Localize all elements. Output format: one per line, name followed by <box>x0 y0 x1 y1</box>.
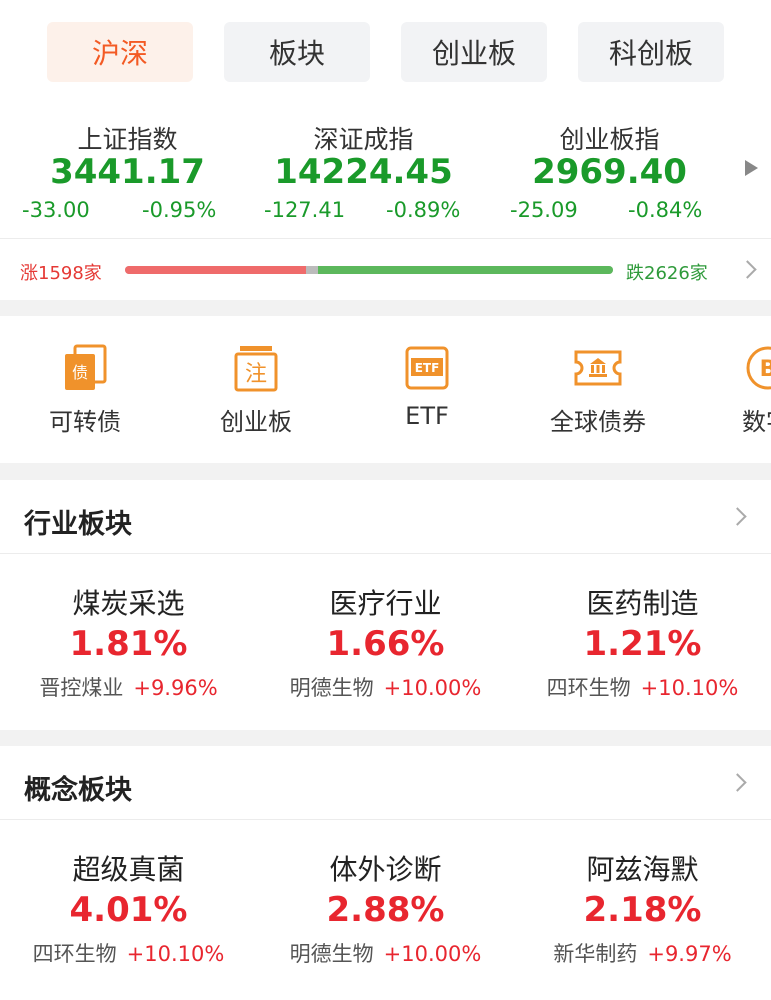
index-name: 深证成指 <box>313 125 414 154</box>
sector-leader: 四环生物 +10.10% <box>514 672 771 702</box>
shortcut-label: 创业板 <box>220 408 292 436</box>
index-name: 创业板指 <box>559 125 660 154</box>
more-indices-arrow-icon[interactable] <box>745 160 758 176</box>
note-icon: 注 <box>234 346 278 392</box>
index-change-pct: -0.89% <box>386 198 461 222</box>
market-page: 沪深 板块 创业板 科创板 上证指数 3441.17 -33.00 -0.95%… <box>0 0 771 1000</box>
svg-text:B: B <box>760 357 771 382</box>
index-change: -25.09 <box>510 198 578 222</box>
sector-name: 医疗行业 <box>329 587 442 620</box>
index-card-chinext[interactable]: 创业板指 2969.40 -25.09 -0.84% <box>482 110 737 238</box>
sector-name: 超级真菌 <box>72 853 185 886</box>
sector-item[interactable]: 煤炭采选 1.81% 晋控煤业 +9.96% <box>0 554 257 729</box>
index-card-shanghai[interactable]: 上证指数 3441.17 -33.00 -0.95% <box>0 110 255 238</box>
breadth-bar <box>125 266 613 274</box>
svg-text:债: 债 <box>72 363 88 382</box>
sector-item[interactable]: 阿兹海默 2.18% 新华制药 +9.97% <box>514 820 771 995</box>
leader-name: 明德生物 <box>289 942 374 966</box>
sector-name: 体外诊断 <box>329 853 442 886</box>
shortcut-convertible-bond[interactable]: 债 可转债 <box>20 316 150 463</box>
section-title: 行业板块 <box>24 509 132 540</box>
shortcut-global-bonds[interactable]: 全球债券 <box>533 316 663 463</box>
svg-text:注: 注 <box>245 362 267 387</box>
sector-name: 阿兹海默 <box>586 853 699 886</box>
etf-icon: ETF <box>405 346 449 390</box>
section-title: 概念板块 <box>24 775 132 806</box>
index-summary: 上证指数 3441.17 -33.00 -0.95% 深证成指 14224.45… <box>0 110 771 238</box>
sector-leader: 晋控煤业 +9.96% <box>0 672 257 702</box>
leader-name: 新华制药 <box>553 942 638 966</box>
chevron-right-icon[interactable] <box>728 773 747 792</box>
tab-sectors[interactable]: 板块 <box>224 22 370 82</box>
shortcut-label: 全球债券 <box>550 408 646 436</box>
leader-name: 四环生物 <box>32 942 117 966</box>
bank-ticket-icon <box>574 350 622 386</box>
index-value: 3441.17 <box>50 152 205 192</box>
sector-item[interactable]: 超级真菌 4.01% 四环生物 +10.10% <box>0 820 257 995</box>
sector-name: 医药制造 <box>586 587 699 620</box>
concept-sector-card: 概念板块 超级真菌 4.01% 四环生物 +10.10% 体外诊断 2.88% 明… <box>0 746 771 1000</box>
tab-hushen[interactable]: 沪深 <box>47 22 193 82</box>
index-value: 2969.40 <box>532 152 687 192</box>
leader-pct: +10.10% <box>640 676 739 700</box>
shortcut-label: 可转债 <box>49 408 121 436</box>
leader-name: 晋控煤业 <box>39 676 124 700</box>
index-change-pct: -0.95% <box>142 198 217 222</box>
fall-count: 跌2626家 <box>626 263 708 284</box>
breadth-fall-fill <box>317 266 613 274</box>
sector-item[interactable]: 医疗行业 1.66% 明德生物 +10.00% <box>257 554 514 729</box>
digital-coin-icon: B <box>746 346 771 390</box>
index-change-pct: -0.84% <box>628 198 703 222</box>
bond-icon: 债 <box>65 344 107 390</box>
shortcut-row: 债 可转债 注 创业板 ETF ETF 全球债券 B 数 <box>0 316 771 463</box>
index-change: -33.00 <box>22 198 90 222</box>
index-card-shenzhen[interactable]: 深证成指 14224.45 -127.41 -0.89% <box>236 110 491 238</box>
sector-leader: 四环生物 +10.10% <box>0 938 257 968</box>
market-tabs: 沪深 板块 创业板 科创板 <box>0 0 771 110</box>
shortcut-etf[interactable]: ETF ETF <box>362 316 492 463</box>
svg-text:ETF: ETF <box>415 361 440 375</box>
leader-pct: +9.97% <box>647 942 732 966</box>
index-name: 上证指数 <box>77 125 178 154</box>
sector-change-pct: 1.81% <box>69 624 188 664</box>
sector-item[interactable]: 体外诊断 2.88% 明德生物 +10.00% <box>257 820 514 995</box>
market-breadth[interactable]: 涨1598家 跌2626家 <box>0 238 771 300</box>
sector-leader: 新华制药 +9.97% <box>514 938 771 968</box>
leader-name: 明德生物 <box>289 676 374 700</box>
leader-name: 四环生物 <box>546 676 631 700</box>
sector-change-pct: 2.18% <box>583 890 702 930</box>
breadth-rise-fill <box>125 266 306 274</box>
sector-change-pct: 4.01% <box>69 890 188 930</box>
rise-count: 涨1598家 <box>20 263 102 284</box>
sector-change-pct: 1.66% <box>326 624 445 664</box>
index-change: -127.41 <box>264 198 346 222</box>
chevron-right-icon <box>738 260 757 279</box>
sector-item[interactable]: 医药制造 1.21% 四环生物 +10.10% <box>514 554 771 729</box>
shortcut-digital[interactable]: B 数字 <box>703 316 771 463</box>
leader-pct: +10.00% <box>383 942 482 966</box>
industry-sector-card: 行业板块 煤炭采选 1.81% 晋控煤业 +9.96% 医疗行业 1.66% 明德… <box>0 480 771 730</box>
leader-pct: +10.00% <box>383 676 482 700</box>
index-value: 14224.45 <box>274 152 453 192</box>
shortcut-label: ETF <box>405 402 449 430</box>
tab-star-market[interactable]: 科创板 <box>578 22 724 82</box>
sector-change-pct: 2.88% <box>326 890 445 930</box>
sector-leader: 明德生物 +10.00% <box>257 672 514 702</box>
sector-leader: 明德生物 +10.00% <box>257 938 514 968</box>
chevron-right-icon[interactable] <box>728 507 747 526</box>
leader-pct: +9.96% <box>133 676 218 700</box>
sector-name: 煤炭采选 <box>72 587 185 620</box>
shortcut-label: 数字 <box>742 408 771 436</box>
shortcut-chinext[interactable]: 注 创业板 <box>191 316 321 463</box>
tab-chinext[interactable]: 创业板 <box>401 22 547 82</box>
sector-change-pct: 1.21% <box>583 624 702 664</box>
leader-pct: +10.10% <box>126 942 225 966</box>
